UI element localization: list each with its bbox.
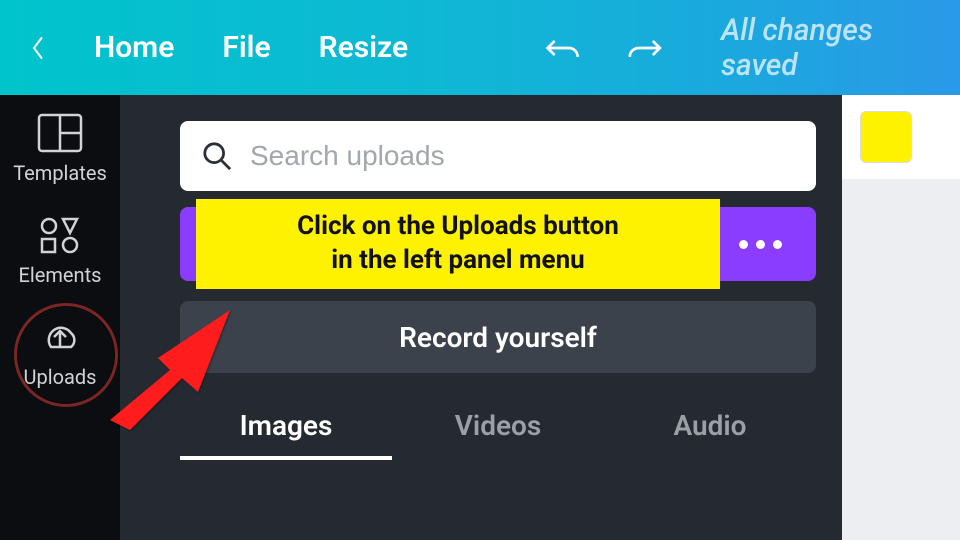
elements-icon <box>37 215 83 255</box>
rail-templates-label: Templates <box>13 161 107 185</box>
color-swatch[interactable] <box>860 111 912 163</box>
redo-button[interactable] <box>628 34 663 62</box>
dots-icon <box>739 240 748 249</box>
record-yourself-button[interactable]: Record yourself <box>180 301 816 373</box>
rail-uploads[interactable]: Uploads <box>24 317 97 389</box>
rail-elements[interactable]: Elements <box>19 215 102 287</box>
dots-icon <box>756 240 765 249</box>
search-bar[interactable] <box>180 121 816 191</box>
home-nav[interactable]: Home <box>94 30 174 65</box>
search-input[interactable] <box>250 140 794 172</box>
tab-images[interactable]: Images <box>180 409 392 460</box>
left-rail: Templates Elements Uploads <box>0 95 120 540</box>
undo-button[interactable] <box>544 34 579 62</box>
resize-nav[interactable]: Resize <box>319 30 409 65</box>
undo-icon <box>544 34 579 62</box>
instruction-callout: Click on the Uploads button in the left … <box>196 199 720 289</box>
dots-icon <box>773 240 782 249</box>
canvas-toolbar <box>842 95 960 179</box>
tab-audio[interactable]: Audio <box>604 409 816 460</box>
canvas-area <box>842 95 960 540</box>
file-nav[interactable]: File <box>222 30 270 65</box>
highlight-ring <box>14 303 118 407</box>
back-button[interactable] <box>30 33 46 63</box>
rail-templates[interactable]: Templates <box>13 113 107 185</box>
tab-videos[interactable]: Videos <box>392 409 604 460</box>
uploads-panel: Record yourself Images Videos Audio Clic… <box>120 95 842 540</box>
templates-icon <box>37 113 83 153</box>
uploads-tabs: Images Videos Audio <box>180 409 816 460</box>
search-icon <box>202 141 232 171</box>
main-body: Templates Elements Uploads <box>0 95 960 540</box>
rail-elements-label: Elements <box>19 263 102 287</box>
redo-icon <box>628 34 663 62</box>
chevron-left-icon <box>30 33 46 63</box>
top-bar: Home File Resize All changes saved <box>0 0 960 95</box>
save-status: All changes saved <box>721 13 930 83</box>
upload-more-button[interactable] <box>704 207 816 281</box>
